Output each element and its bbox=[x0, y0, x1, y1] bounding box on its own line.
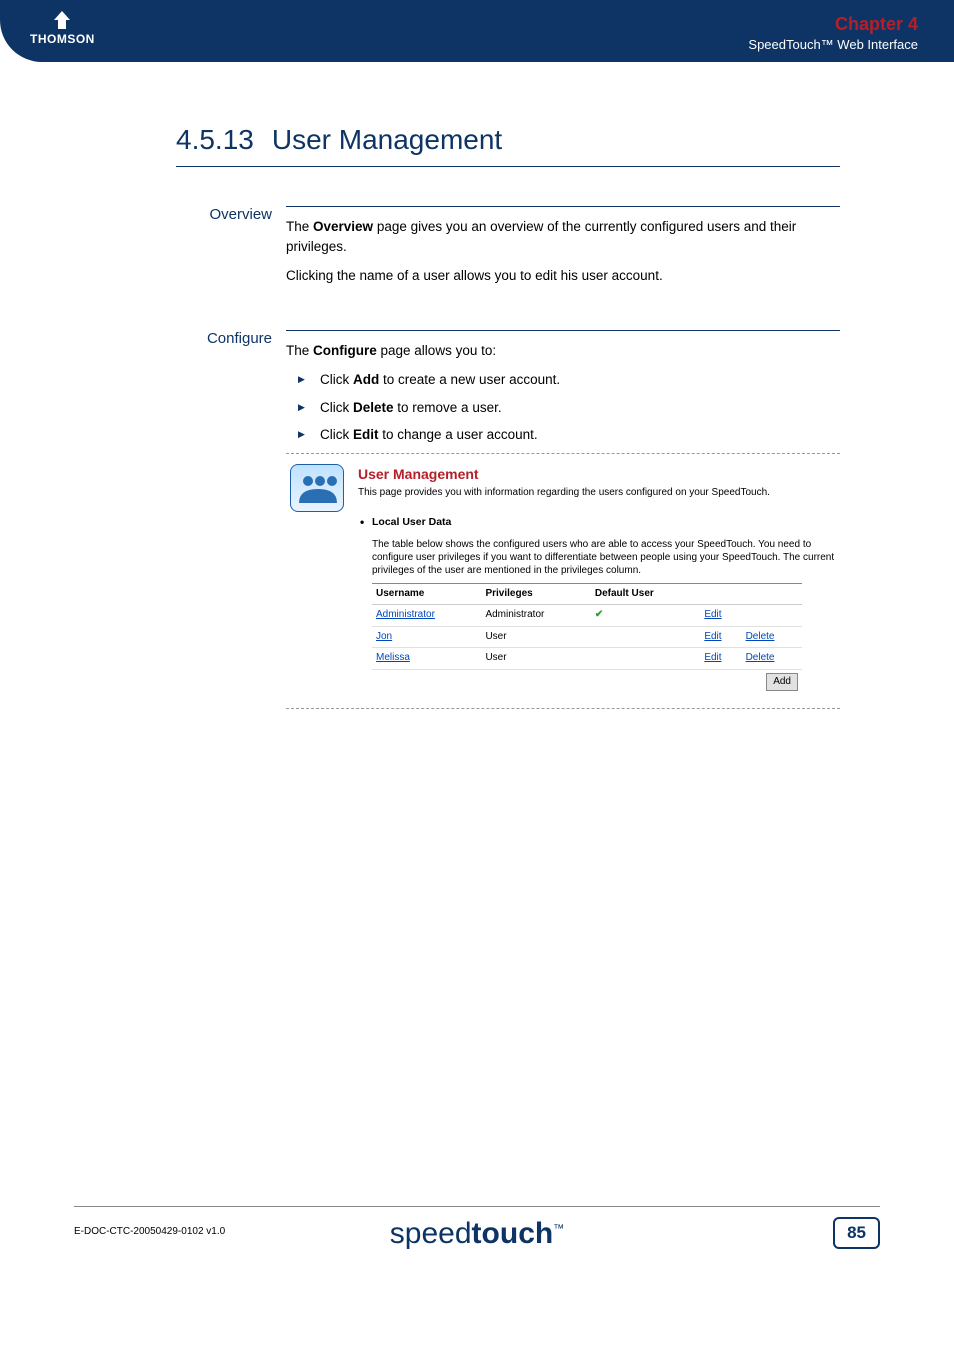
screenshot-note: The table below shows the configured use… bbox=[372, 538, 836, 577]
embedded-screenshot: User Management This page provides you w… bbox=[286, 453, 840, 710]
page-number: 85 bbox=[833, 1217, 880, 1249]
users-icon bbox=[290, 464, 344, 512]
user-link-jon[interactable]: Jon bbox=[376, 631, 392, 642]
users-table: Username Privileges Default User Adminis… bbox=[372, 583, 802, 695]
configure-rule bbox=[286, 330, 840, 331]
brand-wordmark: speedtouch™ bbox=[0, 1217, 954, 1251]
chapter-subtitle: SpeedTouch™ Web Interface bbox=[748, 37, 918, 52]
text: The bbox=[286, 343, 313, 358]
thomson-mark-icon bbox=[51, 10, 73, 30]
brand-pre: speed bbox=[390, 1217, 472, 1250]
overview-label: Overview bbox=[176, 196, 286, 296]
text: to remove a user. bbox=[394, 400, 502, 415]
screenshot-desc: This page provides you with information … bbox=[358, 486, 836, 501]
bold: Add bbox=[353, 372, 379, 387]
text: to create a new user account. bbox=[379, 372, 560, 387]
col-privileges: Privileges bbox=[481, 583, 590, 605]
brand-tm: ™ bbox=[553, 1223, 564, 1235]
text: page allows you to: bbox=[377, 343, 496, 358]
priv-cell: Administrator bbox=[481, 605, 590, 627]
overview-rule bbox=[286, 206, 840, 207]
configure-intro: The Configure page allows you to: bbox=[286, 341, 840, 361]
chapter-block: Chapter 4 SpeedTouch™ Web Interface bbox=[748, 14, 918, 52]
priv-cell: User bbox=[481, 626, 590, 648]
table-header-row: Username Privileges Default User bbox=[372, 583, 802, 605]
brand-bold: touch bbox=[472, 1217, 554, 1250]
priv-cell: User bbox=[481, 648, 590, 670]
top-bar: THOMSON Chapter 4 SpeedTouch™ Web Interf… bbox=[0, 0, 954, 62]
screenshot-subhead: Local User Data bbox=[358, 515, 836, 530]
table-row: Jon User Edit Delete bbox=[372, 626, 802, 648]
col-default-user: Default User bbox=[591, 583, 700, 605]
chapter-title: Chapter 4 bbox=[748, 14, 918, 35]
footer-rule bbox=[74, 1206, 880, 1207]
section-title: User Management bbox=[272, 124, 502, 156]
overview-block: Overview The Overview page gives you an … bbox=[176, 196, 840, 296]
configure-label: Configure bbox=[176, 320, 286, 710]
configure-list: Click Add to create a new user account. … bbox=[286, 370, 840, 445]
overview-bold: Overview bbox=[313, 219, 373, 234]
configure-bold: Configure bbox=[313, 343, 377, 358]
add-button[interactable]: Add bbox=[766, 673, 798, 692]
edit-link[interactable]: Edit bbox=[704, 609, 721, 620]
check-icon: ✔ bbox=[595, 609, 603, 620]
section-heading: 4.5.13 User Management bbox=[176, 124, 502, 156]
col-username: Username bbox=[372, 583, 481, 605]
delete-cell bbox=[742, 605, 802, 627]
bold: Delete bbox=[353, 400, 394, 415]
table-row: Administrator Administrator ✔ Edit bbox=[372, 605, 802, 627]
section-number: 4.5.13 bbox=[176, 124, 254, 156]
section-rule bbox=[176, 166, 840, 167]
user-link-administrator[interactable]: Administrator bbox=[376, 609, 435, 620]
overview-para2: Clicking the name of a user allows you t… bbox=[286, 266, 840, 286]
text: Click bbox=[320, 400, 353, 415]
delete-link[interactable]: Delete bbox=[746, 631, 775, 642]
delete-link[interactable]: Delete bbox=[746, 652, 775, 663]
overview-para1: The Overview page gives you an overview … bbox=[286, 217, 840, 256]
configure-block: Configure The Configure page allows you … bbox=[176, 320, 840, 710]
configure-item-delete: Click Delete to remove a user. bbox=[294, 398, 840, 418]
text: The bbox=[286, 219, 313, 234]
user-link-melissa[interactable]: Melissa bbox=[376, 652, 410, 663]
text: Click bbox=[320, 372, 353, 387]
text: Click bbox=[320, 427, 353, 442]
brand-logo: THOMSON bbox=[30, 10, 95, 46]
text: to change a user account. bbox=[379, 427, 538, 442]
brand-logo-text: THOMSON bbox=[30, 32, 95, 46]
bold: Edit bbox=[353, 427, 379, 442]
edit-link[interactable]: Edit bbox=[704, 652, 721, 663]
table-row: Melissa User Edit Delete bbox=[372, 648, 802, 670]
edit-link[interactable]: Edit bbox=[704, 631, 721, 642]
configure-item-edit: Click Edit to change a user account. bbox=[294, 425, 840, 445]
configure-item-add: Click Add to create a new user account. bbox=[294, 370, 840, 390]
screenshot-title: User Management bbox=[358, 464, 836, 484]
